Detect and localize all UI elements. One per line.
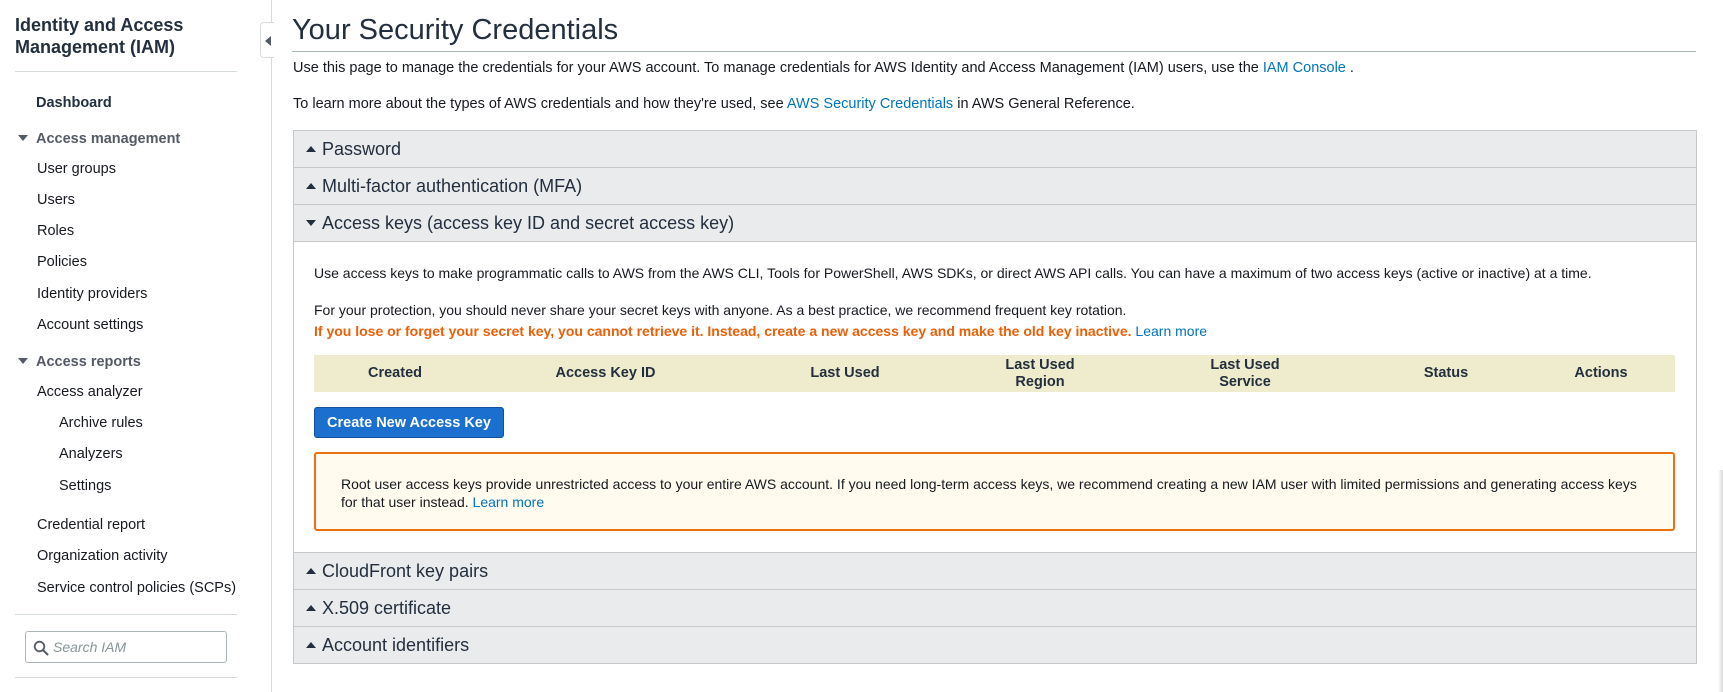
caret-up-icon bbox=[306, 605, 316, 611]
root-keys-notice: Root user access keys provide unrestrict… bbox=[314, 452, 1675, 531]
warning-text: If you lose or forget your secret key, y… bbox=[314, 323, 1132, 339]
sidebar-item-roles[interactable]: Roles bbox=[37, 223, 74, 239]
learn-more-link[interactable]: Learn more bbox=[473, 494, 545, 510]
search-icon bbox=[33, 640, 49, 656]
sidebar-item-scps[interactable]: Service control policies (SCPs) bbox=[37, 580, 236, 596]
sidebar-item-account-settings[interactable]: Account settings bbox=[37, 317, 143, 333]
caret-down-icon bbox=[18, 135, 28, 142]
sidebar-item-user-groups[interactable]: User groups bbox=[37, 161, 116, 177]
intro-text: To learn more about the types of AWS cre… bbox=[293, 96, 787, 112]
access-keys-panel: Use access keys to make programmatic cal… bbox=[293, 241, 1697, 552]
column-header-last-used-region[interactable]: Last Used Region bbox=[955, 355, 1125, 392]
sidebar-collapse-button[interactable] bbox=[260, 22, 274, 58]
sidebar-item-identity-providers[interactable]: Identity providers bbox=[37, 286, 147, 302]
sidebar-section-access-management[interactable]: Access management bbox=[18, 131, 180, 147]
intro-text: Use this page to manage the credentials … bbox=[293, 60, 1263, 76]
create-new-access-key-button[interactable]: Create New Access Key bbox=[314, 407, 504, 438]
caret-down-icon bbox=[306, 220, 316, 226]
sidebar-title: Identity and Access Management (IAM) bbox=[15, 15, 184, 57]
section-mfa-header[interactable]: Multi-factor authentication (MFA) bbox=[293, 167, 1697, 204]
section-label: Password bbox=[322, 139, 402, 159]
section-label: Access keys (access key ID and secret ac… bbox=[322, 213, 735, 233]
sidebar-divider bbox=[15, 614, 237, 615]
section-x509-header[interactable]: X.509 certificate bbox=[293, 589, 1697, 626]
search-box bbox=[25, 631, 227, 663]
section-label: CloudFront key pairs bbox=[322, 561, 489, 581]
accordion-bottom-border bbox=[293, 663, 1697, 664]
section-cloudfront-header[interactable]: CloudFront key pairs bbox=[293, 552, 1697, 589]
title-divider bbox=[292, 51, 1696, 52]
sidebar-item-settings[interactable]: Settings bbox=[59, 478, 111, 494]
caret-up-icon bbox=[306, 568, 316, 574]
column-header-created[interactable]: Created bbox=[314, 355, 476, 392]
caret-down-icon bbox=[18, 358, 28, 365]
sidebar-item-dashboard[interactable]: Dashboard bbox=[36, 95, 112, 111]
sidebar-item-archive-rules[interactable]: Archive rules bbox=[59, 415, 143, 431]
section-label: Account identifiers bbox=[322, 635, 470, 655]
page-title: Your Security Credentials bbox=[292, 14, 619, 46]
access-keys-warning: If you lose or forget your secret key, y… bbox=[314, 323, 1207, 339]
search-input[interactable] bbox=[53, 632, 223, 662]
aws-security-credentials-link[interactable]: AWS Security Credentials bbox=[787, 96, 953, 112]
column-header-actions: Actions bbox=[1574, 365, 1628, 381]
iam-console-link[interactable]: IAM Console bbox=[1263, 60, 1346, 76]
sidebar-item-access-analyzer[interactable]: Access analyzer bbox=[37, 384, 143, 400]
caret-up-icon bbox=[306, 146, 316, 152]
sidebar-section-label: Access reports bbox=[36, 354, 141, 370]
column-header-last-used-service[interactable]: Last Used Service bbox=[1125, 355, 1365, 392]
section-account-identifiers-header[interactable]: Account identifiers bbox=[293, 626, 1697, 663]
section-password-header[interactable]: Password bbox=[293, 130, 1697, 167]
intro-suffix: in AWS General Reference. bbox=[953, 96, 1135, 112]
learn-more-link[interactable]: Learn more bbox=[1135, 323, 1207, 339]
section-access-keys-header[interactable]: Access keys (access key ID and secret ac… bbox=[293, 204, 1697, 241]
column-header-last-used[interactable]: Last Used bbox=[735, 355, 955, 392]
window-edge bbox=[1718, 470, 1723, 692]
sidebar-divider bbox=[15, 71, 237, 72]
collapse-left-icon bbox=[265, 36, 271, 46]
column-header-status[interactable]: Status bbox=[1365, 355, 1527, 392]
sidebar-item-credential-report[interactable]: Credential report bbox=[37, 517, 145, 533]
intro-paragraph-1: Use this page to manage the credentials … bbox=[293, 60, 1354, 76]
intro-suffix: . bbox=[1345, 60, 1354, 76]
access-keys-description: Use access keys to make programmatic cal… bbox=[314, 265, 1592, 281]
sidebar-item-analyzers[interactable]: Analyzers bbox=[59, 446, 123, 462]
sidebar: Identity and Access Management (IAM) Das… bbox=[0, 0, 272, 692]
sidebar-divider bbox=[15, 677, 237, 678]
notice-text-block: Root user access keys provide unrestrict… bbox=[341, 475, 1641, 511]
caret-up-icon bbox=[306, 642, 316, 648]
column-header-access-key-id[interactable]: Access Key ID bbox=[476, 355, 735, 392]
section-label: X.509 certificate bbox=[322, 598, 452, 618]
access-keys-table-header: Created Access Key ID Last Used Last Use… bbox=[314, 355, 1675, 392]
sidebar-section-label: Access management bbox=[36, 131, 181, 147]
section-label: Multi-factor authentication (MFA) bbox=[322, 176, 583, 196]
sidebar-item-organization-activity[interactable]: Organization activity bbox=[37, 548, 168, 564]
sidebar-item-policies[interactable]: Policies bbox=[37, 254, 87, 270]
intro-paragraph-2: To learn more about the types of AWS cre… bbox=[293, 96, 1135, 112]
caret-up-icon bbox=[306, 183, 316, 189]
sidebar-item-users[interactable]: Users bbox=[37, 192, 75, 208]
sidebar-section-access-reports[interactable]: Access reports bbox=[18, 354, 141, 370]
access-keys-protection-note: For your protection, you should never sh… bbox=[314, 302, 1127, 318]
